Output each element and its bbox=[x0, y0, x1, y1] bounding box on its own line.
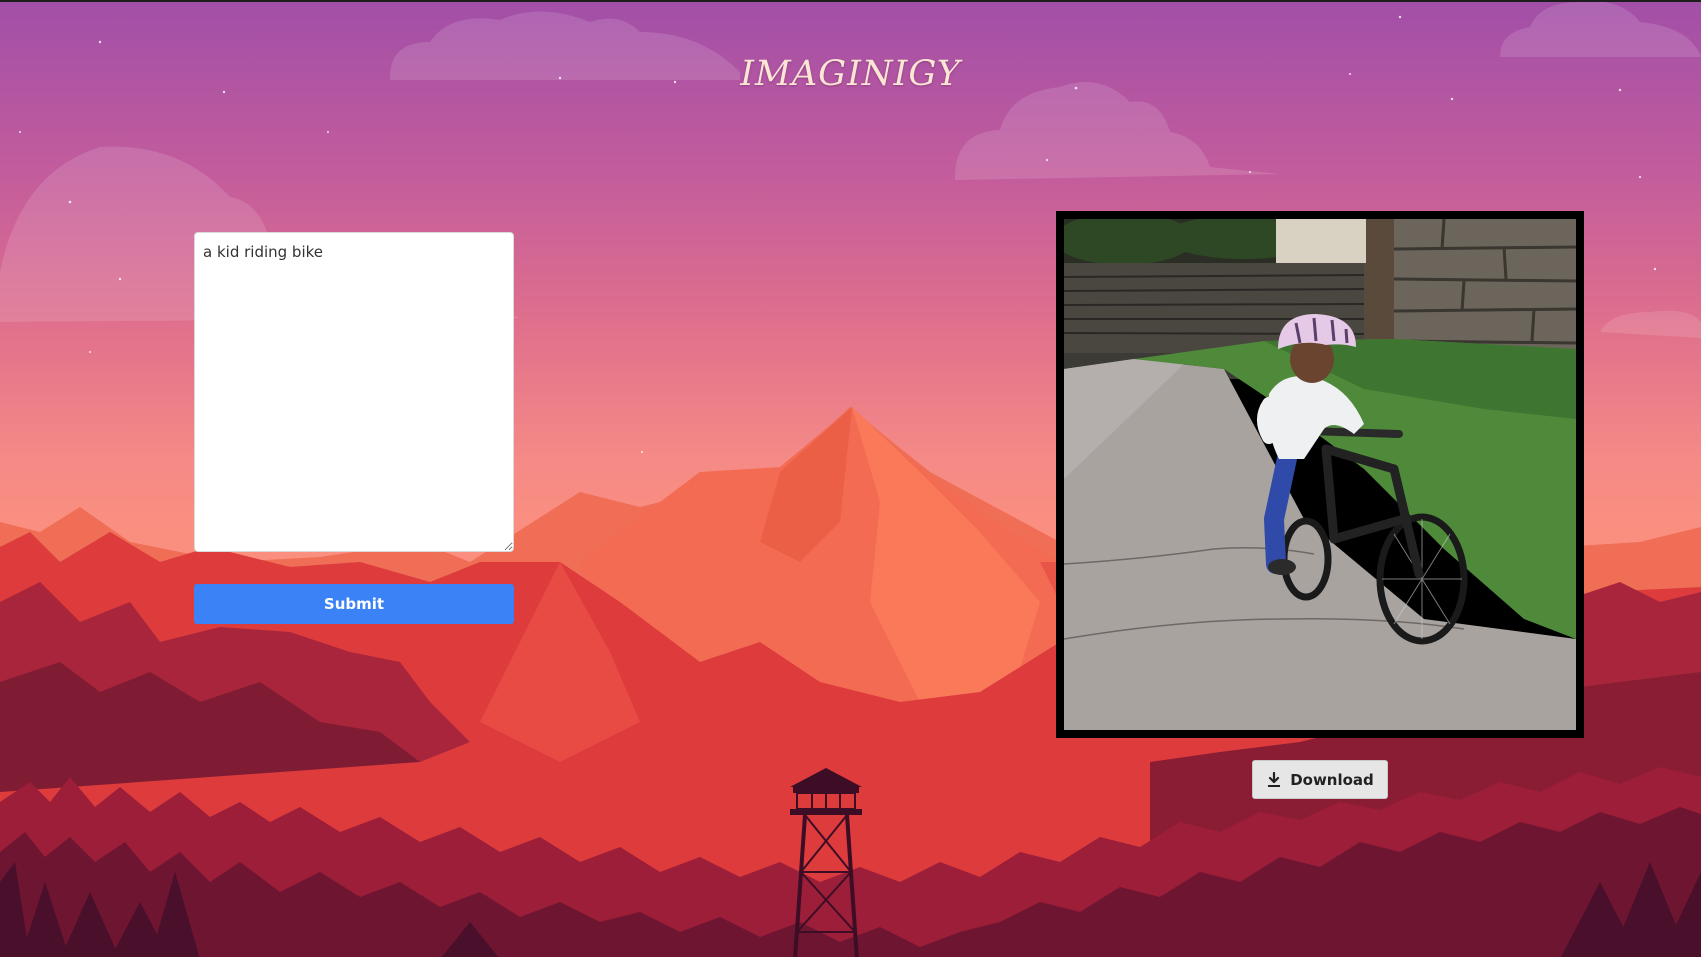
app-page: IMAGINIGY a kid riding bike Submit Downl… bbox=[0, 0, 1701, 957]
submit-button[interactable]: Submit bbox=[194, 584, 514, 624]
app-title: IMAGINIGY bbox=[740, 54, 961, 94]
download-button-label: Download bbox=[1290, 770, 1374, 789]
download-icon bbox=[1268, 771, 1281, 787]
generated-image bbox=[1064, 219, 1576, 730]
prompt-input[interactable]: a kid riding bike bbox=[194, 232, 514, 552]
download-button[interactable]: Download bbox=[1252, 760, 1388, 799]
generated-image-frame bbox=[1056, 211, 1584, 738]
